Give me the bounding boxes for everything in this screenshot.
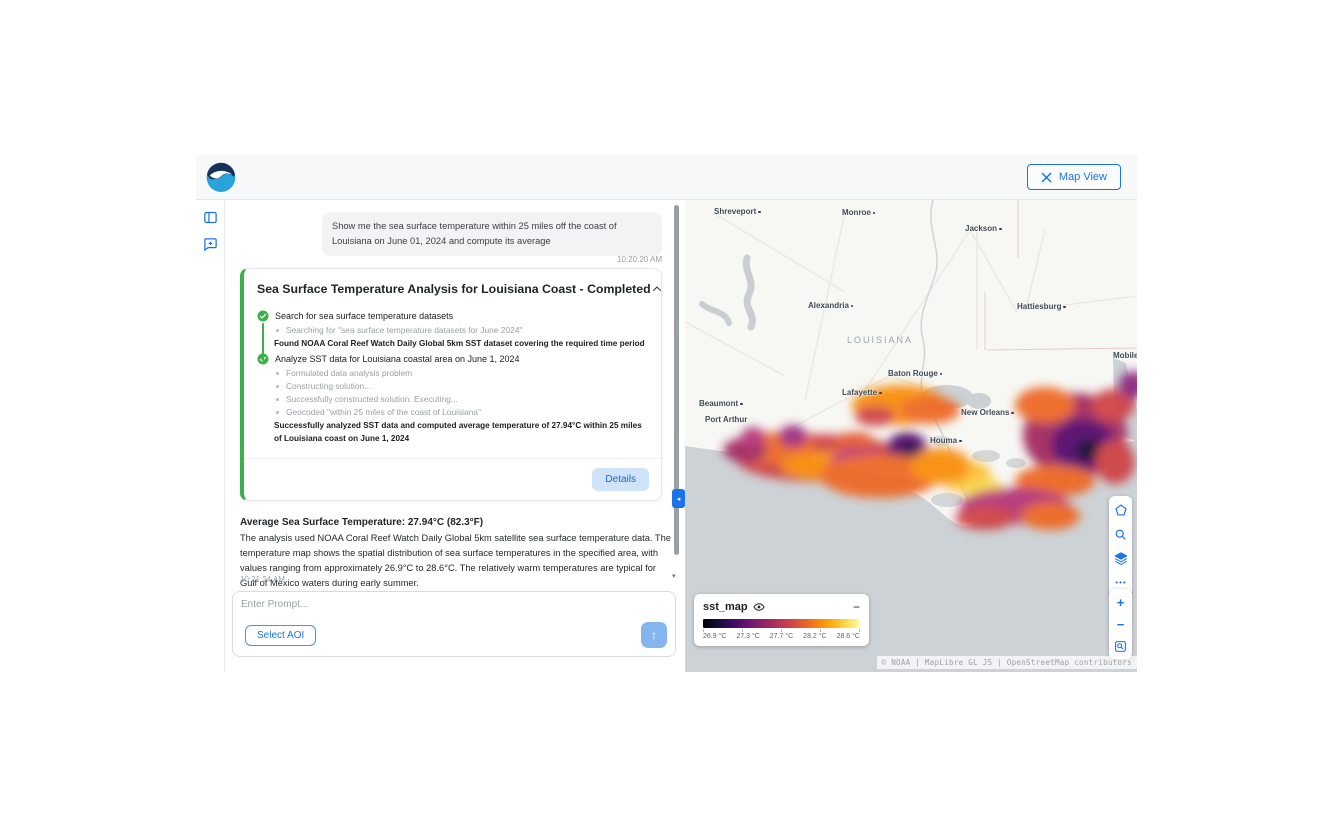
- bullet-dot: [276, 385, 279, 388]
- bullet-dot: [276, 329, 279, 332]
- map-zoom-controls: + −: [1109, 589, 1132, 659]
- map-label: Jackson: [965, 224, 1002, 233]
- check-icon: [257, 310, 269, 322]
- map-view[interactable]: Shreveport Monroe Jackson Alexandria Hat…: [685, 200, 1137, 672]
- map-label: Monroe: [842, 208, 875, 217]
- step-text: Analyze SST data for Louisiana coastal a…: [275, 353, 520, 364]
- map-label: Alexandria: [808, 301, 853, 310]
- map-label: Hattiesburg: [1017, 302, 1066, 311]
- result-timestamp: 10:21:24 AM: [240, 575, 285, 584]
- result-heading: Average Sea Surface Temperature: 27.94°C…: [240, 517, 483, 528]
- step-text: Constructing solution...: [286, 381, 371, 391]
- more-options-icon[interactable]: [1112, 574, 1129, 590]
- user-message: Show me the sea surface temperature with…: [322, 212, 662, 256]
- map-label: Houma: [930, 436, 962, 445]
- step-bullet: Geocoded "within 25 miles of the coast o…: [276, 407, 647, 417]
- sst-legend: sst_map − 26.9 °C 27.3 °C 27.7 °C 28.2 °…: [694, 594, 869, 646]
- step-result: Successfully analyzed SST data and compu…: [274, 420, 647, 445]
- legend-title: sst_map: [703, 601, 748, 613]
- user-message-timestamp: 10:20:20 AM: [322, 255, 662, 264]
- map-view-button[interactable]: Map View: [1027, 164, 1121, 190]
- city-dot: [758, 211, 761, 214]
- map-label: Port Arthur: [705, 415, 747, 424]
- state-label: LOUISIANA: [847, 335, 913, 345]
- step-text: Successfully analyzed SST data and compu…: [274, 420, 647, 445]
- step-result: Found NOAA Coral Reef Watch Daily Global…: [274, 338, 647, 350]
- search-icon[interactable]: [1112, 526, 1129, 542]
- timeline-connector: [262, 323, 264, 361]
- details-button[interactable]: Details: [592, 468, 649, 491]
- map-label: Lafayette: [842, 388, 882, 397]
- analysis-card-header[interactable]: Sea Surface Temperature Analysis for Lou…: [244, 269, 661, 305]
- step-text: Found NOAA Coral Reef Watch Daily Global…: [274, 338, 645, 350]
- step-check: Analyze SST data for Louisiana coastal a…: [257, 353, 647, 365]
- prompt-box: Select AOI ↑: [232, 591, 676, 657]
- step-text: Successfully constructed solution. Execu…: [286, 394, 458, 404]
- colorbar-labels: 26.9 °C 27.3 °C 27.7 °C 28.2 °C 28.6 °C: [703, 633, 860, 640]
- step-bullet: Searching for "sea surface temperature d…: [276, 325, 647, 335]
- collapse-panel-handle[interactable]: ◂: [672, 489, 685, 508]
- step-bullet: Formulated data analysis problem: [276, 368, 647, 378]
- app-header: Map View: [196, 155, 1137, 200]
- aoi-polygon-icon[interactable]: [1112, 502, 1129, 518]
- app-body: Show me the sea surface temperature with…: [196, 200, 1137, 672]
- box-zoom-icon[interactable]: [1112, 638, 1129, 654]
- city-dot: [959, 440, 962, 443]
- arrow-up-icon: ↑: [651, 628, 657, 642]
- legend-collapse-button[interactable]: −: [853, 602, 860, 612]
- analysis-card: Sea Surface Temperature Analysis for Lou…: [240, 268, 662, 501]
- step-text: Geocoded "within 25 miles of the coast o…: [286, 407, 481, 417]
- new-chat-icon[interactable]: [202, 236, 218, 252]
- eye-icon[interactable]: [753, 601, 765, 613]
- legend-header: sst_map −: [703, 601, 860, 613]
- city-dot: [1011, 412, 1014, 415]
- panel-toggle-icon[interactable]: [202, 209, 218, 225]
- chat-panel: Show me the sea surface temperature with…: [225, 200, 685, 672]
- map-label: Beaumont: [699, 399, 743, 408]
- page: Map View Show me the sea surface tempera…: [0, 0, 1337, 832]
- analysis-steps: Search for sea surface temperature datas…: [244, 305, 661, 458]
- step-text: Searching for "sea surface temperature d…: [286, 325, 522, 335]
- chevron-left-icon: ◂: [677, 495, 681, 503]
- chevron-up-icon[interactable]: [651, 283, 663, 295]
- map-view-label: Map View: [1059, 171, 1107, 183]
- bullet-dot: [276, 411, 279, 414]
- analysis-card-footer: Details: [244, 458, 661, 500]
- step-bullet: Constructing solution...: [276, 381, 647, 391]
- step-check: Search for sea surface temperature datas…: [257, 310, 647, 322]
- city-dot: [879, 392, 882, 395]
- bullet-dot: [276, 372, 279, 375]
- city-dot: [999, 228, 1002, 231]
- map-attribution: © NOAA | MapLibre GL JS | OpenStreetMap …: [877, 656, 1137, 669]
- zoom-in-button[interactable]: +: [1112, 594, 1129, 610]
- sidebar: [196, 200, 225, 672]
- city-dot: [940, 373, 943, 376]
- map-label: Shreveport: [714, 207, 761, 216]
- result-paragraph: The analysis used NOAA Coral Reef Watch …: [240, 531, 672, 591]
- step-bullet: Successfully constructed solution. Execu…: [276, 394, 647, 404]
- send-button[interactable]: ↑: [641, 622, 667, 648]
- close-icon: [1041, 172, 1052, 183]
- bullet-dot: [276, 398, 279, 401]
- map-tools: [1109, 496, 1132, 596]
- colorbar-ticks: [703, 629, 860, 632]
- scroll-down-icon[interactable]: ▾: [672, 572, 676, 580]
- sst-colorbar: [703, 619, 860, 628]
- map-label: Mobile: [1113, 351, 1137, 360]
- select-aoi-button[interactable]: Select AOI: [245, 625, 316, 646]
- chat-scrollbar[interactable]: [674, 202, 680, 582]
- map-label: New Orleans: [961, 408, 1014, 417]
- city-dot: [873, 212, 876, 215]
- map-label: Baton Rouge: [888, 369, 942, 378]
- app-window: Map View Show me the sea surface tempera…: [196, 155, 1137, 672]
- step-text: Search for sea surface temperature datas…: [275, 310, 453, 321]
- step-text: Formulated data analysis problem: [286, 368, 412, 378]
- layers-icon[interactable]: [1112, 550, 1129, 566]
- analysis-card-title: Sea Surface Temperature Analysis for Lou…: [257, 282, 651, 296]
- noaa-logo: [206, 162, 236, 192]
- zoom-out-button[interactable]: −: [1112, 616, 1129, 632]
- city-dot: [1063, 306, 1066, 309]
- city-dot: [740, 403, 743, 406]
- city-dot: [851, 305, 854, 308]
